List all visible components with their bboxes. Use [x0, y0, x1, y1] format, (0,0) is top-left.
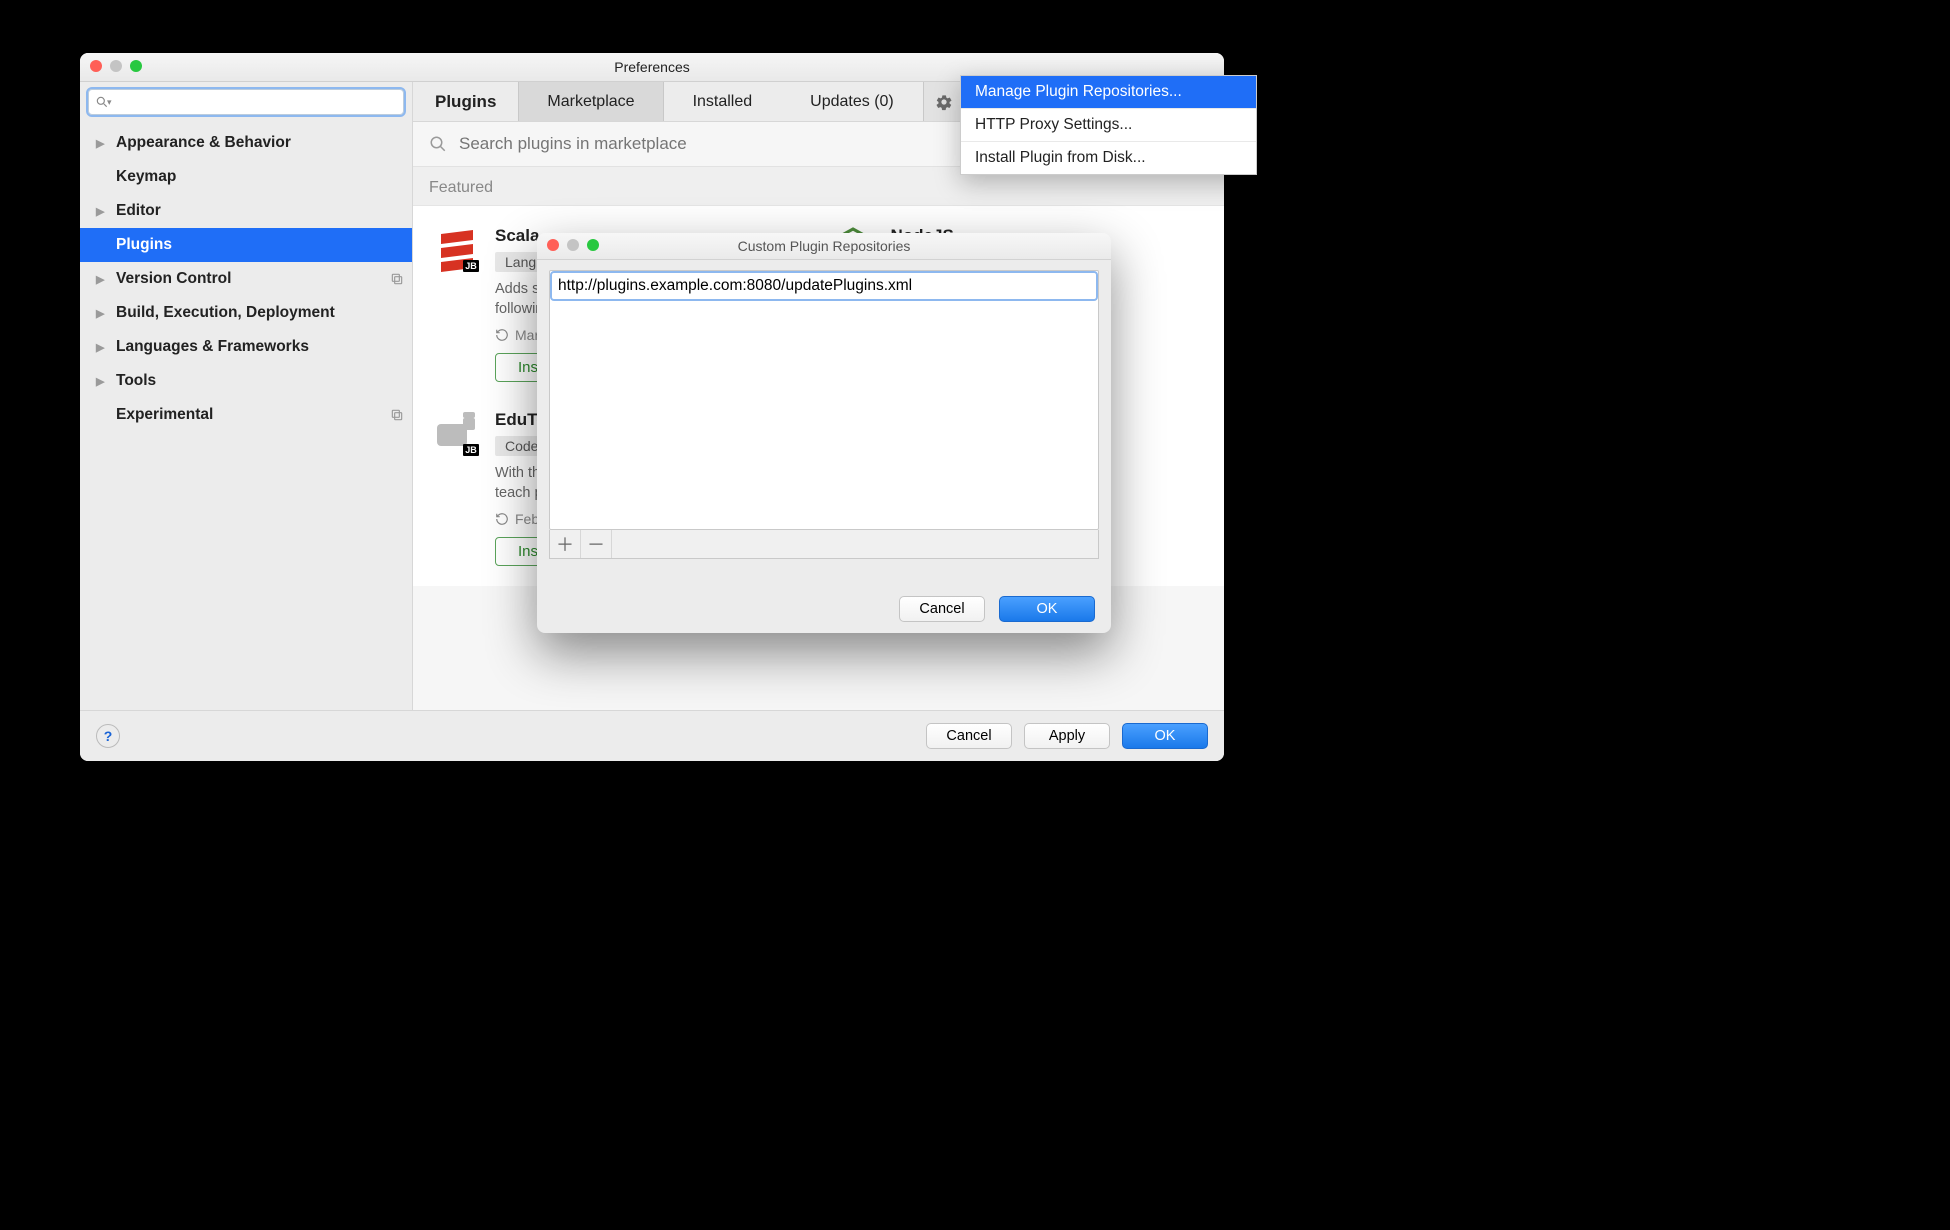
zoom-icon[interactable] [587, 239, 599, 251]
menu-manage-repos[interactable]: Manage Plugin Repositories... [961, 76, 1256, 109]
gear-icon [935, 93, 953, 111]
sidebar-search-input[interactable] [114, 94, 397, 111]
close-icon[interactable] [547, 239, 559, 251]
tab-marketplace[interactable]: Marketplace [518, 82, 663, 121]
tab-updates[interactable]: Updates (0) [781, 82, 923, 121]
menu-install-from-disk[interactable]: Install Plugin from Disk... [961, 142, 1256, 174]
jetbrains-badge-icon: JB [463, 260, 479, 272]
window-title: Preferences [614, 59, 689, 75]
settings-tree: ▶ Appearance & Behavior Keymap ▶ Editor … [80, 122, 412, 710]
remove-button[interactable]: － [581, 530, 612, 558]
help-button[interactable]: ? [96, 724, 120, 748]
refresh-icon [495, 512, 509, 526]
close-icon[interactable] [90, 60, 102, 72]
page-title: Plugins [413, 82, 518, 121]
sidebar-item-experimental[interactable]: Experimental [80, 398, 412, 432]
apply-button[interactable]: Apply [1024, 723, 1110, 749]
chevron-right-icon: ▶ [96, 375, 114, 388]
sidebar-search[interactable]: ▾ [88, 89, 404, 115]
sidebar-item-languages[interactable]: ▶ Languages & Frameworks [80, 330, 412, 364]
zoom-icon[interactable] [130, 60, 142, 72]
chevron-down-icon[interactable]: ▾ [107, 97, 112, 108]
sidebar-item-plugins[interactable]: Plugins [80, 228, 412, 262]
sidebar: ▾ ▶ Appearance & Behavior Keymap ▶ Edito… [80, 82, 413, 710]
jetbrains-badge-icon: JB [463, 444, 479, 456]
gear-button[interactable] [923, 82, 965, 121]
search-icon [429, 135, 447, 153]
sidebar-item-appearance[interactable]: ▶ Appearance & Behavior [80, 126, 412, 160]
tab-installed[interactable]: Installed [664, 82, 782, 121]
custom-repos-dialog: Custom Plugin Repositories ＋ － Cancel OK [537, 233, 1111, 633]
chevron-right-icon: ▶ [96, 205, 114, 218]
dialog-ok-button[interactable]: OK [999, 596, 1095, 622]
menu-http-proxy[interactable]: HTTP Proxy Settings... [961, 109, 1256, 142]
gear-menu: Manage Plugin Repositories... HTTP Proxy… [960, 75, 1257, 175]
dialog-footer: ? Cancel Apply OK [80, 710, 1224, 761]
scope-icon [390, 272, 404, 286]
repo-toolbar: ＋ － [549, 530, 1099, 559]
sidebar-item-build[interactable]: ▶ Build, Execution, Deployment [80, 296, 412, 330]
minimize-icon[interactable] [567, 239, 579, 251]
sidebar-item-tools[interactable]: ▶ Tools [80, 364, 412, 398]
sidebar-item-keymap[interactable]: Keymap [80, 160, 412, 194]
refresh-icon [495, 328, 509, 342]
minimize-icon[interactable] [110, 60, 122, 72]
traffic-lights [547, 239, 599, 251]
dialog-cancel-button[interactable]: Cancel [899, 596, 985, 622]
sidebar-item-editor[interactable]: ▶ Editor [80, 194, 412, 228]
dialog-title: Custom Plugin Repositories [738, 238, 911, 254]
sidebar-item-version-control[interactable]: ▶ Version Control [80, 262, 412, 296]
repo-url-input[interactable] [552, 273, 1096, 299]
dialog-titlebar[interactable]: Custom Plugin Repositories [537, 233, 1111, 260]
traffic-lights [90, 60, 142, 72]
scope-icon [390, 408, 404, 422]
scala-icon: JB [433, 226, 481, 274]
chevron-right-icon: ▶ [96, 273, 114, 286]
chevron-right-icon: ▶ [96, 137, 114, 150]
ok-button[interactable]: OK [1122, 723, 1208, 749]
repo-list[interactable] [549, 270, 1099, 530]
cancel-button[interactable]: Cancel [926, 723, 1012, 749]
chevron-right-icon: ▶ [96, 341, 114, 354]
chevron-right-icon: ▶ [96, 307, 114, 320]
edutools-icon: JB [433, 410, 481, 458]
add-button[interactable]: ＋ [550, 530, 581, 558]
